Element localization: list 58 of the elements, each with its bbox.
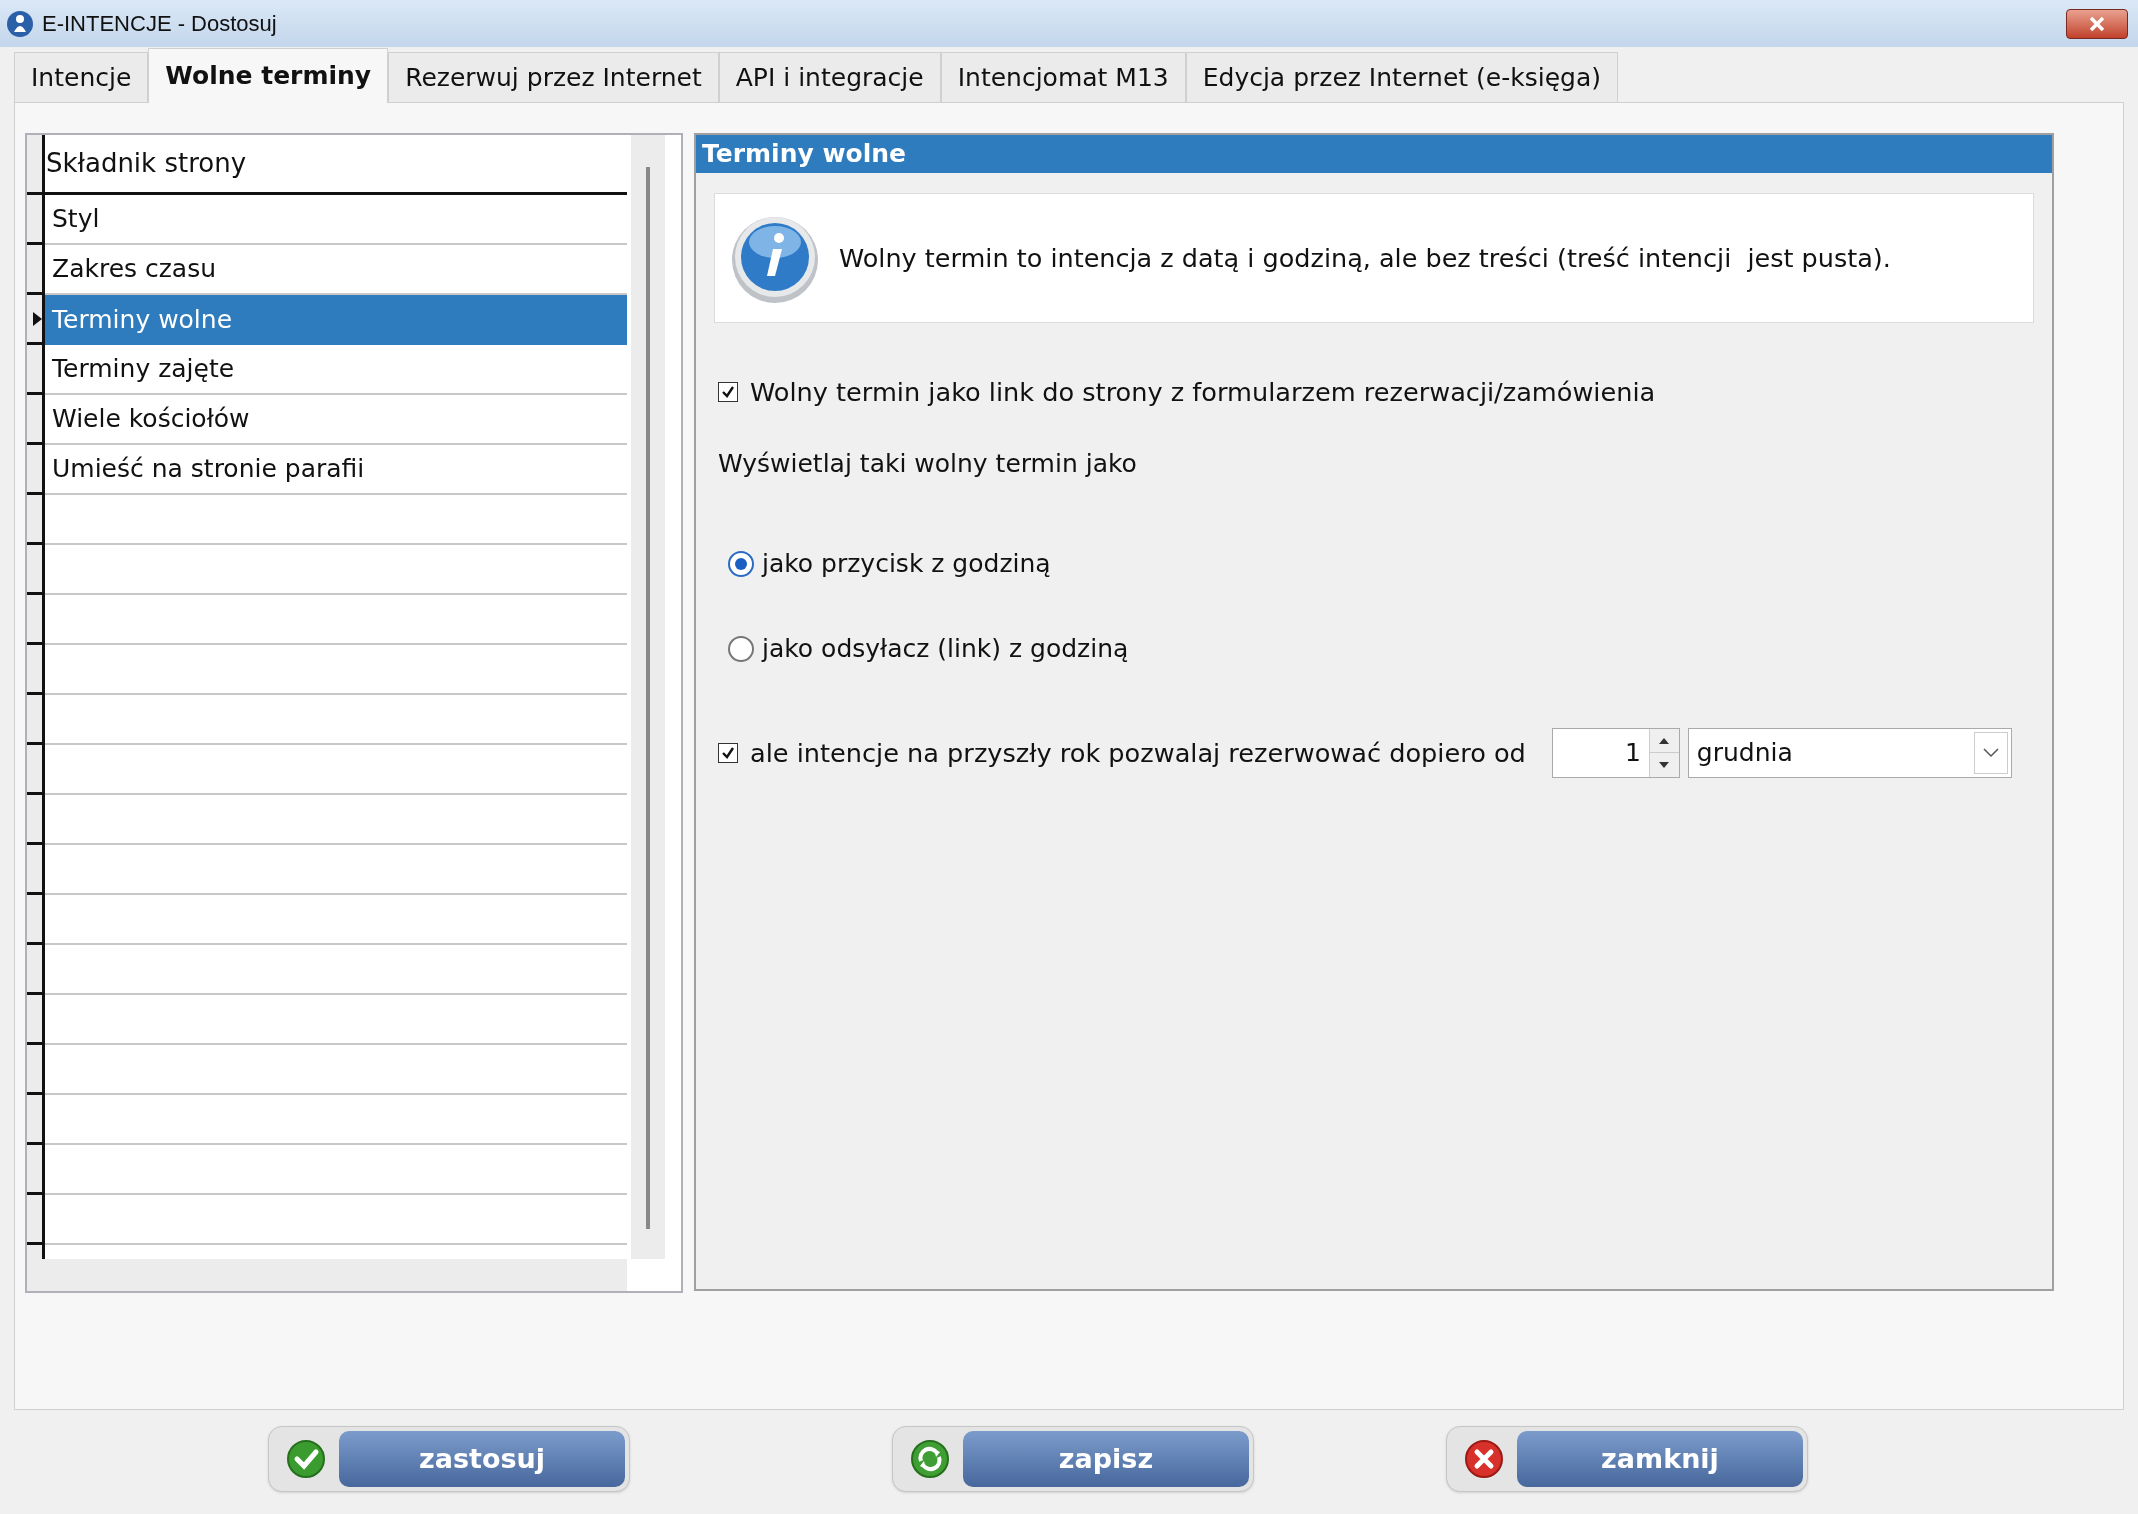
row-header — [27, 845, 45, 895]
row-header — [27, 495, 45, 545]
checkmark-icon — [286, 1439, 326, 1479]
refresh-icon — [910, 1439, 950, 1479]
tab[interactable]: API i integracje — [718, 52, 941, 102]
list-item[interactable]: Terminy wolne — [45, 295, 627, 345]
day-spinner[interactable]: 1 — [1551, 727, 1680, 778]
list-item[interactable]: Umieść na stronie parafii — [45, 445, 627, 495]
scrollbar[interactable] — [631, 135, 665, 1259]
radio-label: jako przycisk z godziną — [762, 547, 1051, 580]
tab[interactable]: Edycja przez Internet (e-księga) — [1185, 52, 1618, 102]
row-pointer-icon — [33, 311, 42, 326]
close-icon — [2088, 15, 2106, 32]
panel-header: Terminy wolne — [696, 135, 2052, 173]
spin-down-icon[interactable] — [1649, 753, 1679, 777]
month-dropdown[interactable]: grudnia — [1687, 727, 2012, 778]
tab[interactable]: Intencjomat M13 — [940, 52, 1186, 102]
row-header — [27, 745, 45, 795]
checkbox[interactable] — [718, 382, 738, 403]
scrollbar-thumb[interactable] — [646, 167, 650, 1229]
list-item[interactable]: Wiele kościołów — [45, 395, 627, 445]
row-header — [27, 545, 45, 595]
info-text: Wolny termin to intencja z datą i godziną, ale bez treści (treść intencji jest pusta). — [839, 241, 1891, 275]
row-header — [27, 1095, 45, 1145]
row-header — [27, 395, 45, 445]
row-header — [27, 595, 45, 645]
tab[interactable]: Intencje — [14, 52, 149, 102]
app-icon — [6, 9, 34, 38]
tab[interactable]: Wolne terminy — [148, 48, 389, 103]
list-item[interactable]: Styl — [45, 195, 627, 245]
close-button[interactable] — [2066, 8, 2128, 39]
action-button[interactable]: zamknij — [1446, 1426, 1808, 1492]
row-header — [27, 1045, 45, 1095]
row-header — [27, 645, 45, 695]
row-header — [27, 995, 45, 1045]
checkbox[interactable] — [718, 742, 738, 763]
row-header — [27, 695, 45, 745]
tab[interactable]: Rezerwuj przez Internet — [388, 52, 719, 102]
checkbox-label: ale intencje na przyszły rok pozwalaj rezerwować dopiero od — [750, 736, 1526, 770]
row-header — [27, 895, 45, 945]
row-header — [27, 945, 45, 995]
window-title: E-INTENCJE - Dostosuj — [42, 10, 277, 38]
chevron-down-icon — [1973, 731, 2008, 774]
row-header — [27, 445, 45, 495]
row-header — [27, 795, 45, 845]
row-header — [27, 1145, 45, 1195]
radio-button[interactable] — [728, 550, 754, 577]
action-button[interactable]: zapisz — [892, 1426, 1254, 1492]
action-button[interactable]: zastosuj — [268, 1426, 630, 1492]
radio-button[interactable] — [728, 636, 754, 663]
checkbox-label: Wolny termin jako link do strony z formularzem rezerwacji/zamówienia — [750, 376, 1656, 409]
spin-up-icon[interactable] — [1649, 728, 1679, 754]
section-label: Wyświetlaj taki wolny termin jako — [718, 448, 1138, 481]
horizontal-scrollbar[interactable] — [27, 1259, 627, 1291]
list-item[interactable]: Terminy zajęte — [45, 345, 627, 395]
radio-label: jako odsyłacz (link) z godziną — [762, 633, 1129, 666]
close-icon — [1464, 1439, 1504, 1479]
column-header: Składnik strony — [45, 147, 248, 180]
